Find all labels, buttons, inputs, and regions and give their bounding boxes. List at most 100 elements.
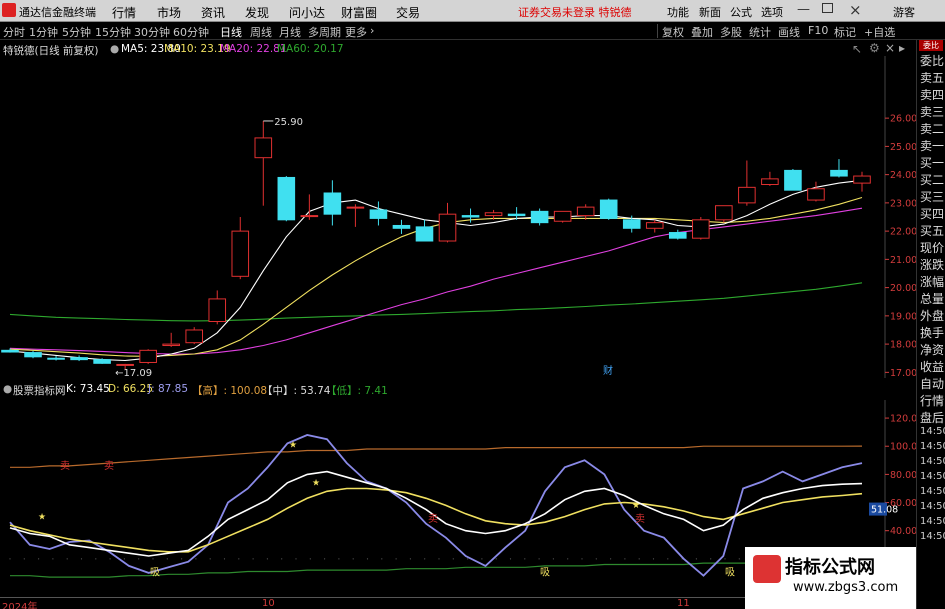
ma-info-line: 特锐德(日线 前复权) ● MA5: 23.80 MA10: 23.19 MA2… — [0, 40, 880, 57]
panel-time: 14:50 — [920, 426, 945, 437]
ma20-line — [9, 207, 863, 355]
ref-dot — [424, 558, 426, 560]
panel-item[interactable]: 涨跌 — [920, 256, 944, 273]
ref-dot — [223, 558, 226, 560]
finance-marker: 财 — [603, 364, 613, 377]
login-warning[interactable]: 证券交易未登录 特锐德 — [518, 4, 632, 20]
collapse-arrow-icon[interactable]: ↖ — [852, 42, 862, 56]
candle-body — [692, 219, 710, 239]
minimize-icon[interactable]: — — [797, 2, 810, 17]
gear-icon[interactable]: ⚙ — [869, 41, 880, 55]
info-dot-icon: ● — [110, 43, 120, 55]
btn-f10[interactable]: F10 — [808, 24, 828, 37]
menu-item-shichang[interactable]: 市场 — [157, 4, 181, 21]
menu-item-hangqing[interactable]: 行情 — [112, 4, 136, 21]
ref-dot — [138, 558, 140, 560]
panel-item[interactable]: 涨幅 — [920, 273, 944, 290]
period-15min[interactable]: 15分钟 — [95, 24, 131, 40]
panel-item[interactable]: 买五 — [920, 222, 944, 239]
period-weekly[interactable]: 周线 — [250, 24, 272, 40]
sell-signal: 卖 — [60, 460, 70, 472]
period-5min[interactable]: 5分钟 — [62, 24, 91, 40]
candle-body — [715, 205, 733, 221]
panel-item[interactable]: 总量 — [920, 290, 944, 307]
candle-body — [645, 222, 664, 229]
guest-label[interactable]: 游客 — [893, 4, 915, 20]
menu-item-wenxiaoda[interactable]: 问小达 — [289, 4, 325, 21]
panel-item[interactable]: 卖三 — [920, 103, 944, 120]
menu-item-caifuquan[interactable]: 财富圈 — [341, 4, 377, 21]
period-more[interactable]: 更多 — [345, 24, 367, 40]
panel-item[interactable]: 委比 — [920, 52, 944, 69]
sell-signal: 卖 — [428, 513, 438, 525]
menu-item-faxian[interactable]: 发现 — [245, 4, 269, 21]
period-fenshi[interactable]: 分时 — [3, 24, 25, 40]
btn-duogu[interactable]: 多股 — [720, 24, 742, 40]
panel-item[interactable]: 卖五 — [920, 69, 944, 86]
close-icon[interactable]: × — [849, 1, 862, 19]
star-signal: ★ — [289, 441, 297, 451]
panel-item[interactable]: 买四 — [920, 205, 944, 222]
candle-body — [807, 188, 825, 201]
more-arrow-icon[interactable]: › — [370, 24, 374, 37]
btn-fuquan[interactable]: 复权 — [662, 24, 684, 40]
panel-item[interactable]: 换手 — [920, 324, 944, 341]
price-axis: 26.00 25.00 24.00 23.00 22.00 21.00 20.00 19.00… — [885, 114, 916, 378]
ref-dot — [481, 558, 483, 560]
btn-diejia[interactable]: 叠加 — [691, 24, 713, 40]
indicator-mid: 【中】: 53.74 — [262, 385, 331, 397]
btn-tongji[interactable]: 统计 — [749, 24, 771, 40]
ref-dot — [52, 558, 54, 560]
panel-item[interactable]: 净资 — [920, 341, 944, 358]
panel-item[interactable]: 行情 — [920, 392, 944, 409]
menu-item-gongneng[interactable]: 功能 — [667, 4, 689, 20]
price-tick-label: 23.00 — [890, 198, 916, 209]
candle-body — [738, 186, 756, 204]
price-chart[interactable]: 26.00 25.00 24.00 23.00 22.00 21.00 20.00 19.00… — [0, 56, 916, 378]
period-1min[interactable]: 1分钟 — [29, 24, 58, 40]
ma5-line — [9, 179, 863, 362]
panel-item[interactable]: 自动 — [920, 375, 944, 392]
panel-item[interactable]: 卖一 — [920, 137, 944, 154]
btn-huaxian[interactable]: 画线 — [778, 24, 800, 40]
buy-signal: 吸 — [725, 568, 735, 579]
panel-item[interactable]: 买三 — [920, 188, 944, 205]
btn-zixuan[interactable]: +自选 — [864, 24, 895, 40]
menu-item-jiaoyi[interactable]: 交易 — [396, 4, 420, 21]
menu-item-gongshi[interactable]: 公式 — [730, 4, 752, 20]
panel-item[interactable]: 买一 — [920, 154, 944, 171]
ref-dot — [495, 558, 497, 560]
price-tick-label: 17.00 — [890, 368, 916, 378]
period-multi[interactable]: 多周期 — [308, 24, 341, 40]
pane-arrow-icon[interactable]: ▸ — [899, 41, 905, 55]
candle-body — [392, 224, 411, 229]
period-daily[interactable]: 日线 — [220, 24, 242, 40]
candle-body — [231, 230, 250, 277]
menu-item-zixun[interactable]: 资讯 — [201, 4, 225, 21]
price-tick-label: 19.00 — [890, 311, 916, 322]
indicator-tick-label: 80.00 — [890, 470, 916, 481]
ref-dot — [266, 558, 268, 560]
panel-item[interactable]: 收益 — [920, 358, 944, 375]
candle-body — [553, 210, 572, 222]
btn-biaoji[interactable]: 标记 — [834, 24, 856, 40]
panel-item[interactable]: 现价 — [920, 239, 944, 256]
star-signal: ★ — [38, 512, 46, 522]
panel-item[interactable]: 卖四 — [920, 86, 944, 103]
high-price-label: 25.90 — [274, 117, 303, 128]
period-30min[interactable]: 30分钟 — [134, 24, 170, 40]
ref-dot — [381, 558, 383, 560]
indicator-name[interactable]: 股票指标网 — [13, 383, 66, 398]
candle-body — [93, 359, 111, 364]
restore-icon[interactable] — [822, 3, 833, 13]
candle-body — [323, 192, 342, 215]
panel-item[interactable]: 卖二 — [920, 120, 944, 137]
ref-dot — [724, 558, 726, 560]
period-60min[interactable]: 60分钟 — [173, 24, 209, 40]
close-pane-icon[interactable]: × — [885, 41, 895, 55]
panel-item[interactable]: 外盘 — [920, 307, 944, 324]
menu-item-xuanxiang[interactable]: 选项 — [761, 4, 783, 20]
menu-item-xinmian[interactable]: 新面 — [699, 4, 721, 20]
period-monthly[interactable]: 月线 — [279, 24, 301, 40]
panel-item[interactable]: 买二 — [920, 171, 944, 188]
